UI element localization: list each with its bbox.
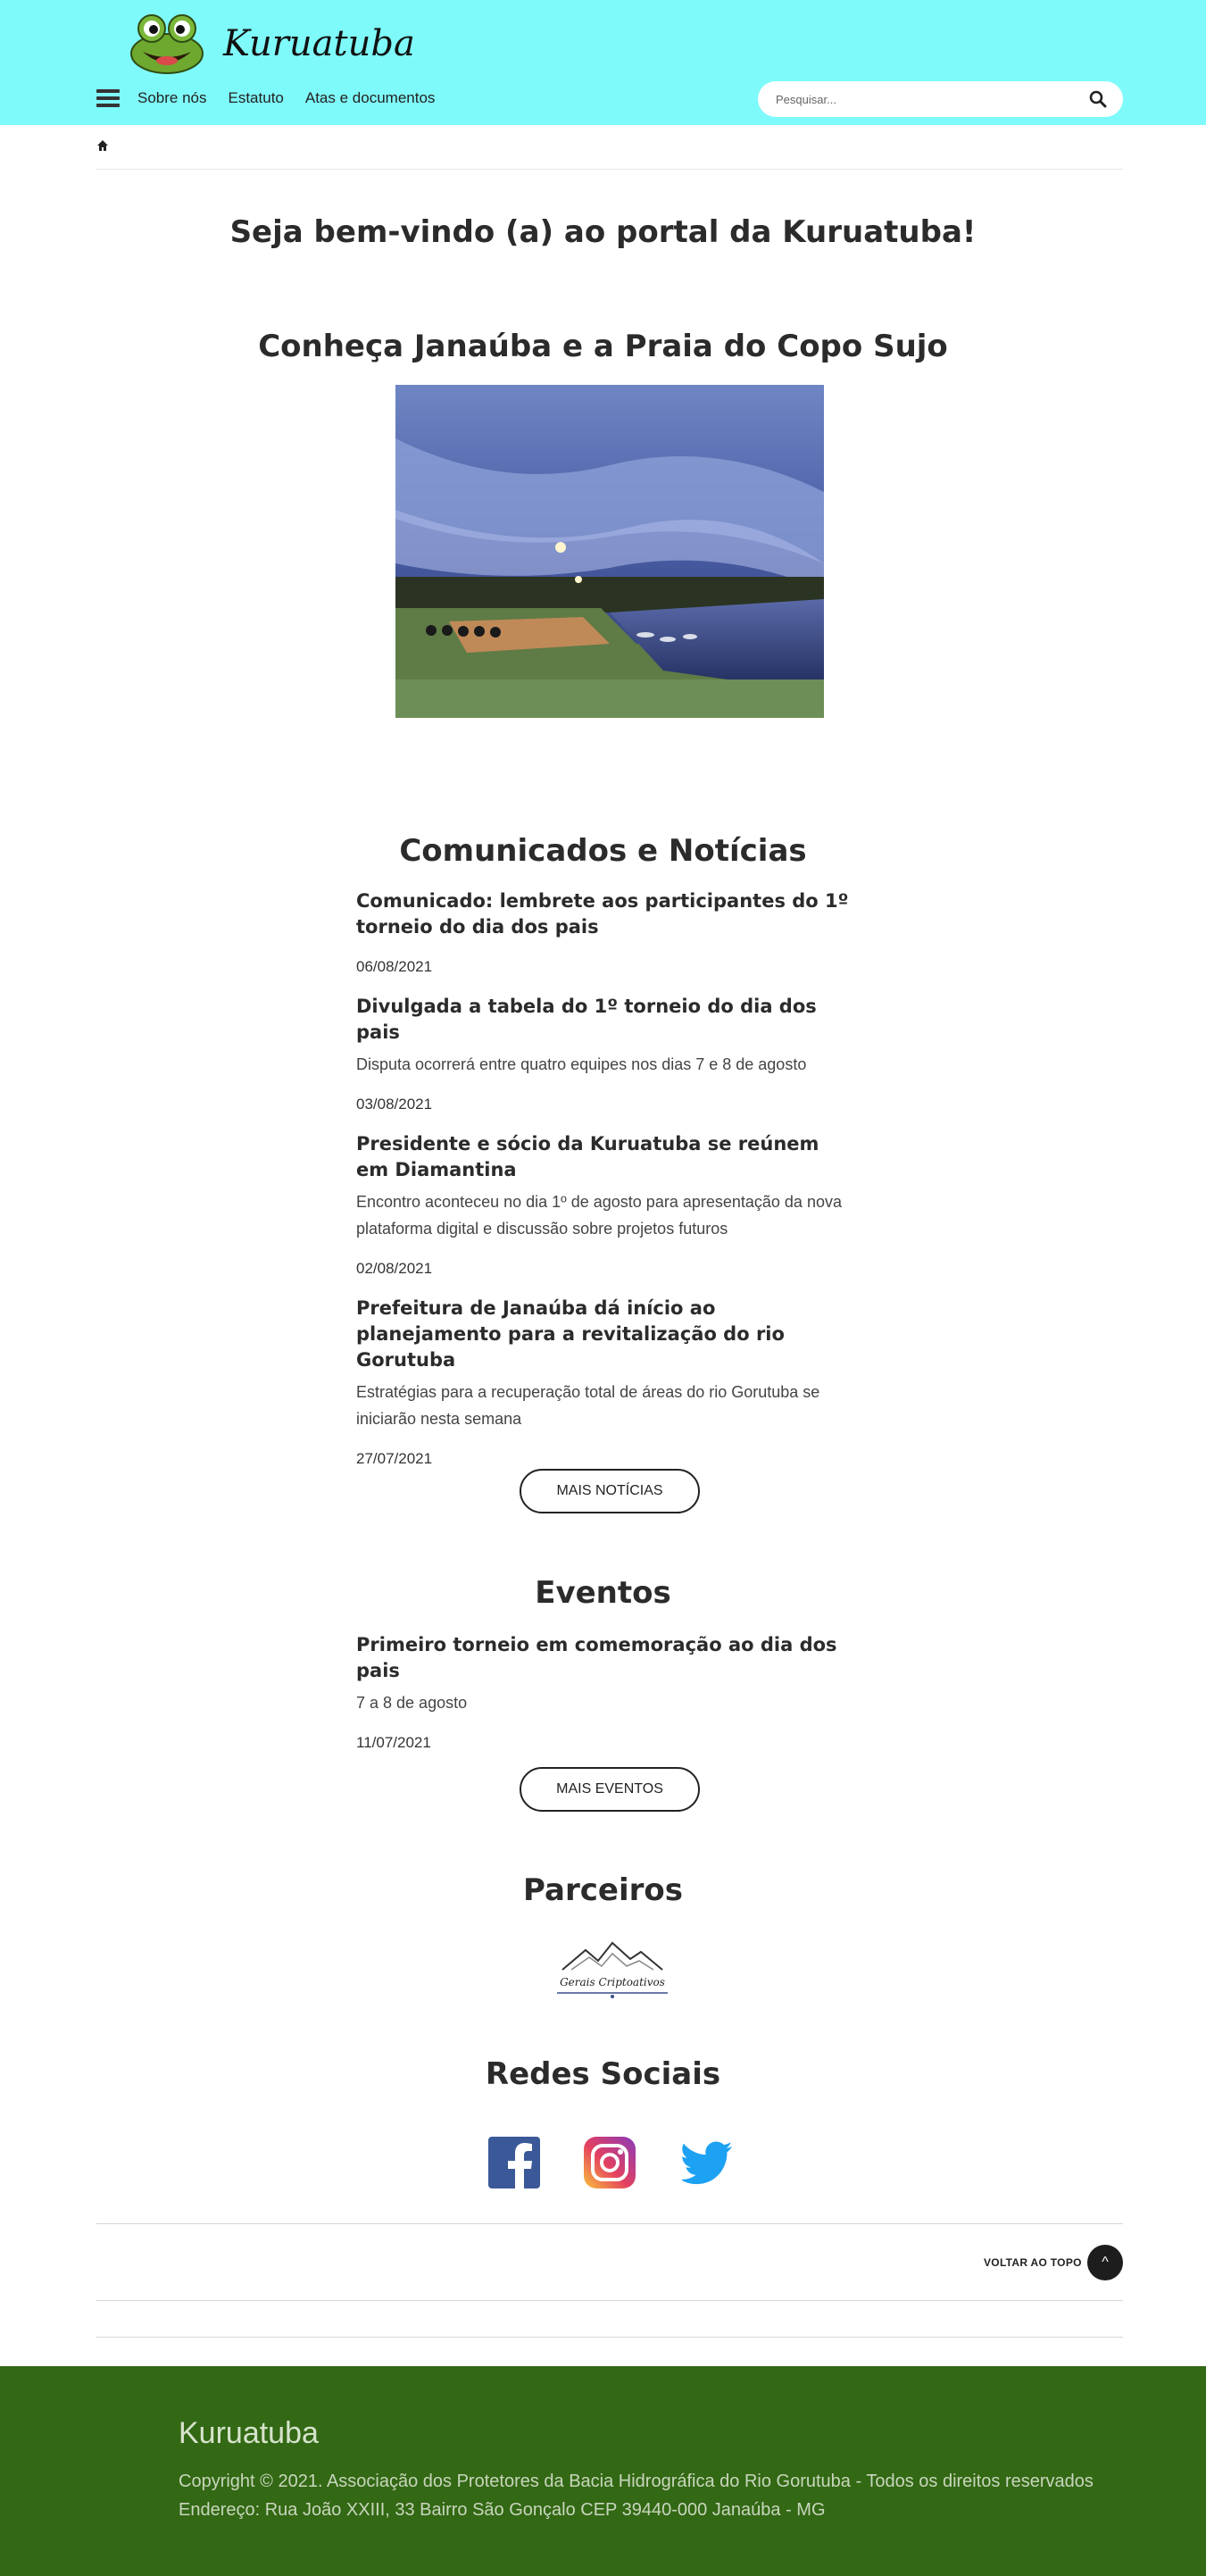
main-nav: Sobre nós Estatuto Atas e documentos — [96, 82, 456, 114]
more-events-button[interactable]: MAIS EVENTOS — [520, 1767, 700, 1812]
divider — [96, 2337, 1123, 2338]
news-item-title[interactable]: Presidente e sócio da Kuruatuba se reúne… — [356, 1131, 856, 1183]
news-title: Comunicados e Notícias — [399, 833, 807, 869]
site-header: Kuruatuba Sobre nós Estatuto Atas e docu… — [0, 0, 1206, 125]
news-list: Comunicado: lembrete aos participantes d… — [356, 888, 856, 1486]
news-item-subtitle: Estratégias para a recuperação total de … — [356, 1383, 820, 1428]
footer-brand: Kuruatuba — [179, 2416, 319, 2450]
events-title: Eventos — [535, 1575, 671, 1611]
news-item-date: 27/07/2021 — [356, 1450, 433, 1467]
news-item-date: 03/08/2021 — [356, 1096, 433, 1113]
list-item: Comunicado: lembrete aos participantes d… — [356, 888, 856, 976]
search-input[interactable] — [776, 81, 1070, 117]
footer-address: Endereço: Rua João XXIII, 33 Bairro São … — [179, 2500, 826, 2520]
more-news-button[interactable]: MAIS NOTÍCIAS — [520, 1469, 700, 1513]
site-brand[interactable]: Kuruatuba — [223, 23, 415, 64]
news-item-title[interactable]: Comunicado: lembrete aos participantes d… — [356, 888, 856, 940]
nav-estatuto[interactable]: Estatuto — [229, 89, 284, 107]
divider — [96, 2300, 1123, 2301]
news-item-title[interactable]: Divulgada a tabela do 1º torneio do dia … — [356, 994, 856, 1046]
nav-atas-documentos[interactable]: Atas e documentos — [305, 89, 436, 107]
janauba-beach-photo — [395, 385, 824, 718]
breadcrumb — [96, 134, 1123, 170]
list-item: Primeiro torneio em comemoração ao dia d… — [356, 1632, 856, 1752]
nav-sobre-nos[interactable]: Sobre nós — [137, 89, 207, 107]
search-icon[interactable] — [1089, 90, 1107, 108]
welcome-title: Seja bem-vindo (a) ao portal da Kuruatub… — [229, 214, 977, 250]
list-item: Divulgada a tabela do 1º torneio do dia … — [356, 994, 856, 1113]
chevron-up-icon: ^ — [1102, 2255, 1109, 2270]
news-item-date: 06/08/2021 — [356, 958, 433, 975]
divider — [96, 2223, 1123, 2224]
event-item-title[interactable]: Primeiro torneio em comemoração ao dia d… — [356, 1632, 856, 1684]
back-to-top-button[interactable]: ^ — [1087, 2245, 1123, 2280]
site-footer: Kuruatuba Copyright © 2021. Associação d… — [0, 2366, 1206, 2576]
menu-icon[interactable] — [96, 89, 120, 107]
home-icon[interactable] — [96, 139, 109, 152]
partners-title: Parceiros — [523, 1872, 683, 1908]
feature-title: Conheça Janaúba e a Praia do Copo Sujo — [258, 329, 948, 364]
footer-copyright: Copyright © 2021. Associação dos Proteto… — [179, 2472, 1094, 2491]
news-item-subtitle: Encontro aconteceu no dia 1º de agosto p… — [356, 1193, 842, 1238]
partner-logo[interactable]: Gerais Criptoativos — [553, 1938, 671, 2004]
event-item-date: 11/07/2021 — [356, 1734, 431, 1751]
back-to-top-label[interactable]: VOLTAR AO TOPO — [984, 2256, 1082, 2269]
news-item-subtitle: Disputa ocorrerá entre quatro equipes no… — [356, 1055, 807, 1073]
search-box — [758, 81, 1123, 117]
partner-logo-text: Gerais Criptoativos — [560, 1976, 665, 1988]
frog-logo[interactable] — [127, 11, 207, 75]
list-item: Prefeitura de Janaúba dá início ao plane… — [356, 1296, 856, 1468]
news-item-title[interactable]: Prefeitura de Janaúba dá início ao plane… — [356, 1296, 856, 1373]
facebook-icon[interactable] — [488, 2137, 540, 2188]
list-item: Presidente e sócio da Kuruatuba se reúne… — [356, 1131, 856, 1278]
news-item-date: 02/08/2021 — [356, 1260, 433, 1277]
social-title: Redes Sociais — [485, 2056, 721, 2092]
instagram-icon[interactable] — [584, 2137, 636, 2188]
event-item-subtitle: 7 a 8 de agosto — [356, 1694, 468, 1712]
twitter-icon[interactable] — [682, 2137, 734, 2188]
events-list: Primeiro torneio em comemoração ao dia d… — [356, 1632, 856, 1770]
